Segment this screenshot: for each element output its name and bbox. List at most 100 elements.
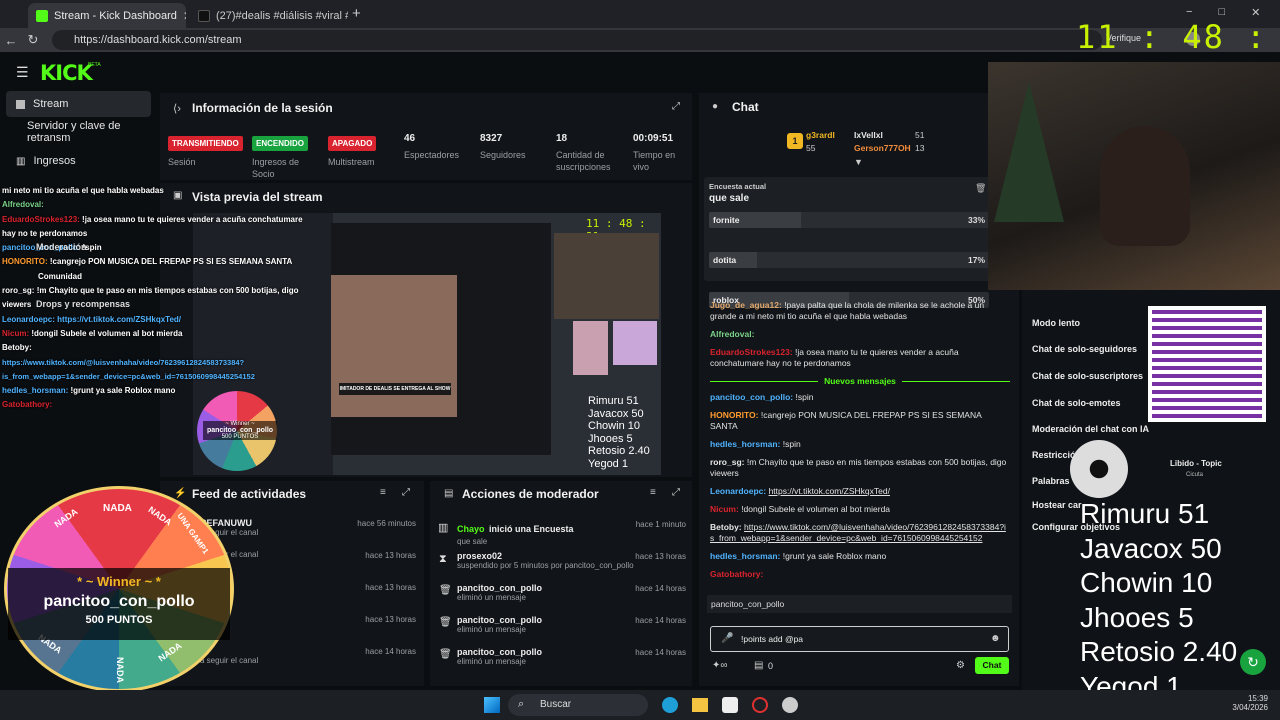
menu-item-subscribers-only[interactable]: Chat de solo-suscriptores bbox=[1032, 371, 1143, 381]
status-badge: APAGADO bbox=[328, 136, 377, 151]
taskbar-search[interactable]: ⌕ Buscar bbox=[508, 694, 648, 716]
hourglass-icon: ⧗ bbox=[439, 553, 447, 565]
list-item: k a seguir el canal hace 14 horas bbox=[200, 646, 422, 665]
taskbar-clock[interactable]: 15:39 3/04/2026 bbox=[1216, 694, 1268, 712]
chat-input[interactable]: 🎤 !points add @pa ☻ bbox=[710, 626, 1009, 652]
tab-kick-dashboard[interactable]: Stream - Kick Dashboard ✕ bbox=[28, 3, 186, 28]
bolt-icon: ⚡ bbox=[174, 488, 187, 499]
refresh-icon[interactable]: ↻ bbox=[1240, 649, 1266, 675]
overlay-chat-line: Leonardoepc: https://vt.tiktok.com/ZSHkq… bbox=[2, 314, 182, 324]
chat-username[interactable]: hedles_horsman: bbox=[710, 551, 780, 561]
filter-icon[interactable]: ≡ bbox=[650, 487, 656, 498]
gift-icon[interactable]: ▤ bbox=[754, 660, 763, 671]
preview-winner-points: 500 PUNTOS bbox=[221, 434, 259, 440]
leader-row: Retosio 2.40 bbox=[1080, 636, 1238, 667]
opera-icon[interactable] bbox=[752, 697, 768, 713]
overlay-chat-line: mi neto mi tio acuña el que habla webada… bbox=[2, 186, 164, 195]
clock-hours: 11 bbox=[1076, 18, 1119, 56]
stat-value: 18 bbox=[556, 133, 568, 144]
chat-username[interactable]: Jugo_de_agua12: bbox=[710, 300, 782, 310]
sidebar-item-label: Ingresos bbox=[33, 155, 76, 167]
expand-icon[interactable]: ⤢ bbox=[672, 101, 680, 112]
chat-username[interactable]: hedles_horsman: bbox=[710, 439, 780, 449]
chat-link[interactable]: https://www.tiktok.com/@luisvenhaha/vide… bbox=[710, 522, 1006, 543]
tab-tiktok[interactable]: (27)#dealis #diálisis #viral #parati ✕ bbox=[190, 3, 348, 28]
reload-icon[interactable]: ↻ bbox=[22, 32, 44, 48]
gifter-name: IxVellxl bbox=[854, 130, 883, 140]
status-badge: TRANSMITIENDO bbox=[168, 136, 243, 151]
new-tab-button[interactable]: + bbox=[352, 5, 361, 22]
sidebar-item-server-key[interactable]: Servidor y clave de retransm bbox=[6, 119, 151, 145]
leader-row: Rimuru 51 bbox=[588, 395, 639, 407]
microphone-icon[interactable]: 🎤 bbox=[721, 633, 733, 644]
file-explorer-icon[interactable] bbox=[692, 698, 708, 712]
chat-username[interactable]: HONORITO: bbox=[710, 410, 758, 420]
gear-icon[interactable]: ⚙ bbox=[956, 660, 965, 671]
mod-detail: suspendido por 5 minutos por pancitoo_co… bbox=[457, 561, 634, 570]
winner-name: pancitoo_con_pollo bbox=[43, 593, 195, 610]
chat-bubble-icon: ● bbox=[712, 101, 719, 112]
menu-item-host[interactable]: Hostear car bbox=[1032, 500, 1082, 510]
trash-icon[interactable]: 🗑 bbox=[975, 183, 986, 194]
poll-option-percent: 33% bbox=[967, 215, 985, 225]
gift-count: 0 bbox=[768, 661, 774, 671]
overlay-chat-line: https://www.tiktok.com/@luisvenhaha/vide… bbox=[2, 357, 245, 367]
sidebar-item-ingresos[interactable]: ▥ Ingresos bbox=[6, 148, 151, 174]
mod-time: hace 13 horas bbox=[635, 552, 686, 561]
chat-username[interactable]: Leonardoepc: bbox=[710, 486, 766, 496]
chat-message: Nicum: !dongil Subele el volumen al bot … bbox=[710, 504, 1010, 515]
app-icon[interactable] bbox=[782, 697, 798, 713]
feed-time: hace 56 minutos bbox=[357, 519, 416, 528]
chat-username[interactable]: Alfredoval: bbox=[710, 329, 754, 339]
info-icon: ⟨› bbox=[173, 103, 181, 115]
leader-row: Chowin 10 bbox=[588, 420, 640, 432]
windows-start-icon[interactable] bbox=[484, 697, 500, 713]
overlay-chat-line: hedles_horsman: !grunt ya sale Roblox ma… bbox=[2, 386, 176, 396]
chat-username[interactable]: roro_sg: bbox=[710, 457, 744, 467]
back-button[interactable]: ← bbox=[0, 33, 22, 48]
chat-username[interactable]: Nicum: bbox=[710, 504, 739, 514]
expand-icon[interactable]: ⤢ bbox=[402, 487, 410, 498]
stat-label: Cantidad de suscripciones bbox=[556, 150, 611, 172]
list-item: 🗑 pancitoo_con_pollo eliminó un mensaje … bbox=[438, 583, 690, 602]
kick-logo[interactable]: KICK bbox=[40, 61, 93, 85]
sidebar-item-label: Stream bbox=[33, 98, 69, 110]
mod-time: hace 14 horas bbox=[635, 648, 686, 657]
taskbar-date: 3/04/2026 bbox=[1232, 703, 1268, 712]
chat-send-button[interactable]: Chat bbox=[975, 657, 1009, 674]
close-tab-icon[interactable]: ✕ bbox=[183, 9, 186, 23]
menu-item-followers-only[interactable]: Chat de solo-seguidores bbox=[1032, 344, 1137, 354]
chat-username[interactable]: Gatobathory: bbox=[710, 569, 763, 579]
preview-leaderboard: Rimuru 51 Javacox 50 Chowin 10 Jhooes 5 … bbox=[588, 395, 650, 470]
windows-taskbar: ⌕ Buscar 15:39 3/04/2026 bbox=[0, 690, 1280, 720]
chat-message: HONORITO: !cangrejo PON MUSICA DEL FREPA… bbox=[710, 410, 1010, 432]
menu-item-emotes-only[interactable]: Chat de solo-emotes bbox=[1032, 398, 1121, 408]
music-artist: Cicuta bbox=[1186, 472, 1204, 478]
points-icon[interactable]: ✦∞ bbox=[712, 660, 728, 671]
edge-icon[interactable] bbox=[662, 697, 678, 713]
expand-icon[interactable]: ⤢ bbox=[672, 487, 680, 498]
menu-item-slow-mode[interactable]: Modo lento bbox=[1032, 318, 1080, 328]
sidebar-item-stream[interactable]: Stream bbox=[6, 91, 151, 117]
rank-one-badge: 1 bbox=[787, 133, 803, 149]
preview-winner-name: pancitoo_con_pollo bbox=[206, 427, 274, 434]
hamburger-menu-icon[interactable]: ☰ bbox=[16, 64, 29, 81]
feed-time: hace 13 horas bbox=[365, 551, 416, 560]
filter-icon[interactable]: ≡ bbox=[380, 487, 386, 498]
mod-user: Chayo bbox=[457, 524, 485, 534]
chat-username[interactable]: EduardoStrokes123: bbox=[710, 347, 793, 357]
menu-item-restrictions[interactable]: Restricció bbox=[1032, 450, 1076, 460]
emoji-icon[interactable]: ☻ bbox=[990, 633, 1001, 644]
chat-message: Betoby: https://www.tiktok.com/@luisvenh… bbox=[710, 522, 1010, 544]
chat-username[interactable]: Betoby: bbox=[710, 522, 742, 532]
mod-detail: que sale bbox=[457, 537, 488, 546]
menu-item-words[interactable]: Palabras bbox=[1032, 476, 1070, 486]
obs-icon[interactable] bbox=[722, 697, 738, 713]
chat-link[interactable]: https://vt.tiktok.com/ZSHkqxTed/ bbox=[769, 486, 890, 496]
chat-username[interactable]: pancitoo_con_pollo: bbox=[710, 392, 793, 402]
wheel-segment-label: NADA bbox=[146, 504, 174, 528]
menu-item-ai-moderation[interactable]: Moderación del chat con IA bbox=[1032, 424, 1149, 434]
chevron-down-icon[interactable]: ▼ bbox=[854, 157, 863, 167]
list-item: STA hace 13 horas bbox=[200, 614, 422, 624]
url-bar[interactable]: https://dashboard.kick.com/stream bbox=[52, 30, 1102, 50]
